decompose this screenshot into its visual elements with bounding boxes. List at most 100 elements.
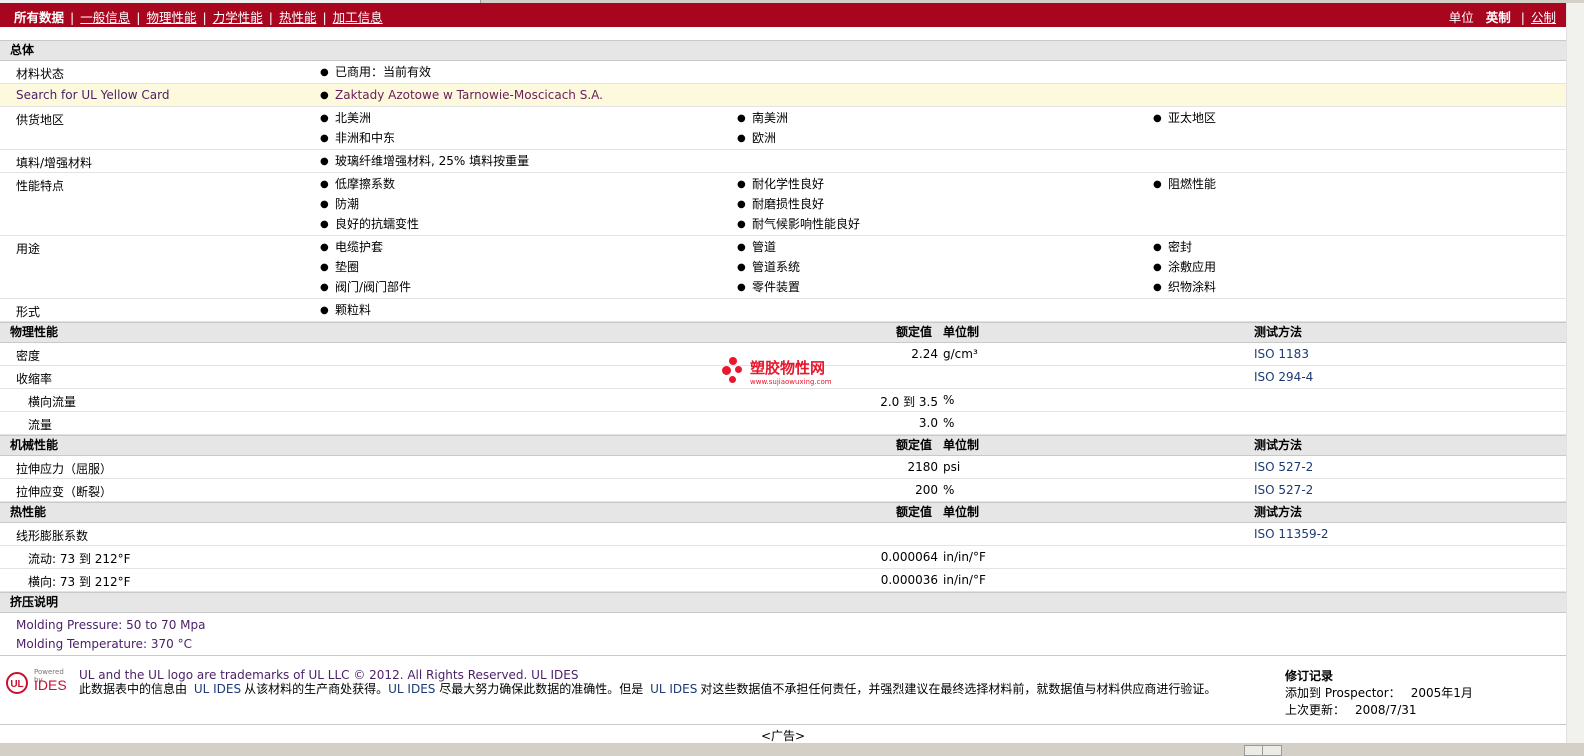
- property-values: ● 耐化学性良好 ● 耐磨损性良好 ● 耐气候影响性能良好: [737, 177, 860, 237]
- watermark-logo: 塑胶物性网 www.sujiaowuxing.com: [722, 357, 852, 391]
- footer: Powered by UL IDES UL and the UL logo ar…: [0, 656, 1566, 725]
- property-label: 线形膨胀系数: [16, 529, 89, 543]
- property-values: ● 密封 ● 涂敷应用 ● 织物涂料: [1153, 240, 1216, 300]
- property-row: 填料/增强材料 ● 玻璃纤维增强材料, 25% 填料按重量: [0, 150, 1566, 173]
- ul-ides-link[interactable]: UL IDES: [650, 682, 697, 696]
- property-label: 流动: 73 到 212°F: [28, 552, 131, 566]
- unit-value: %: [943, 483, 955, 497]
- section-mechanical: 机械性能 额定值 单位制 测试方法: [0, 435, 1566, 456]
- list-item-text: 玻璃纤维增强材料, 25% 填料按重量: [335, 154, 530, 168]
- bullet-icon: ●: [320, 262, 329, 273]
- list-item: ● 垫圈: [320, 260, 411, 280]
- bullet-icon: ●: [737, 133, 746, 144]
- nav-link[interactable]: 力学性能: [213, 10, 263, 25]
- list-item: ● 颗粒料: [320, 303, 371, 323]
- bullet-icon: ●: [1153, 262, 1162, 273]
- property-row: 流量 3.0%: [0, 412, 1566, 435]
- bullet-icon: ●: [320, 133, 329, 144]
- test-method: ISO 527-2: [1254, 483, 1314, 497]
- nav-all-data[interactable]: 所有数据: [14, 10, 64, 25]
- property-row: 拉伸应变（断裂） 200% ISO 527-2: [0, 479, 1566, 502]
- property-row: Search for UL Yellow Card ● Zaktady Azotow…: [0, 84, 1566, 107]
- bullet-icon: ●: [320, 219, 329, 230]
- ul-ides-link[interactable]: UL IDES: [194, 682, 241, 696]
- property-values: ● 低摩擦系数 ● 防潮 ● 良好的抗蠕变性: [320, 177, 419, 237]
- list-item-text: 良好的抗蠕变性: [335, 217, 420, 231]
- bullet-icon: ●: [737, 219, 746, 230]
- units-label: 单位: [1448, 10, 1474, 25]
- list-item-text: 北美洲: [335, 111, 372, 125]
- unit-value: in/in/°F: [943, 550, 986, 564]
- list-item-text: 涂敷应用: [1168, 260, 1217, 274]
- property-label[interactable]: Search for UL Yellow Card: [16, 88, 169, 102]
- property-label: 密度: [16, 349, 41, 363]
- property-label: 横向: 73 到 212°F: [28, 575, 131, 589]
- vertical-scrollbar[interactable]: [1566, 3, 1584, 743]
- nav-link[interactable]: 加工信息: [333, 10, 383, 25]
- bullet-icon: ●: [320, 242, 329, 253]
- unit-switcher: 单位 英制 | 公制: [1448, 10, 1556, 25]
- list-item: ● 低摩擦系数: [320, 177, 419, 197]
- property-row: 材料状态 ● 已商用：当前有效: [0, 61, 1566, 84]
- trademark-notice: UL and the UL logo are trademarks of UL …: [79, 668, 579, 682]
- property-values: ● 北美洲 ● 非洲和中东: [320, 111, 395, 151]
- test-method: ISO 1183: [1254, 347, 1309, 361]
- bullet-icon: ●: [737, 242, 746, 253]
- list-item-text[interactable]: Zaktady Azotowe w Tarnowie-Moscicach S.A…: [335, 88, 603, 102]
- list-item: ● 管道: [737, 240, 800, 260]
- list-item: ● 玻璃纤维增强材料, 25% 填料按重量: [320, 154, 529, 174]
- units-imperial: 英制: [1485, 10, 1511, 25]
- list-item-text: 防潮: [335, 197, 360, 211]
- list-item: ● 非洲和中东: [320, 131, 395, 151]
- property-row: 性能特点 ● 低摩擦系数 ● 防潮 ● 良好的抗蠕变性 ● 耐化学性良好 ● 耐磨损性良好 ● 耐气候影…: [0, 173, 1566, 236]
- list-item-text: 织物涂料: [1168, 280, 1217, 294]
- ul-ides-link[interactable]: UL IDES: [388, 682, 435, 696]
- bullet-icon: ●: [320, 305, 329, 316]
- bullet-icon: ●: [737, 113, 746, 124]
- bullet-icon: ●: [737, 282, 746, 293]
- bullet-icon: ●: [320, 90, 329, 101]
- section-extrusion: 挤压说明: [0, 592, 1566, 613]
- list-item-text: 非洲和中东: [335, 131, 396, 145]
- property-label: 形式: [16, 305, 41, 319]
- list-item: ● 良好的抗蠕变性: [320, 217, 419, 237]
- property-label: 流量: [28, 418, 53, 432]
- bullet-icon: ●: [737, 262, 746, 273]
- property-row: 供货地区 ● 北美洲 ● 非洲和中东 ● 南美洲 ● 欧洲 ● 亚太地区: [0, 107, 1566, 150]
- list-item-text: 阻燃性能: [1168, 177, 1217, 191]
- property-row: 形式 ● 颗粒料: [0, 299, 1566, 322]
- list-item-text: 阀门/阀门部件: [335, 280, 412, 294]
- nav-link[interactable]: 热性能: [279, 10, 317, 25]
- property-label: 填料/增强材料: [16, 156, 93, 170]
- list-item: ● 南美洲: [737, 111, 788, 131]
- property-label: 拉伸应力（屈服）: [16, 462, 113, 476]
- nav-link[interactable]: 一般信息: [80, 10, 130, 25]
- list-item: ● 防潮: [320, 197, 419, 217]
- horizontal-scrollbar[interactable]: [0, 743, 1584, 756]
- molding-temperature: Molding Temperature: 370 °C: [16, 637, 192, 651]
- section-general: 总体: [0, 40, 1566, 61]
- list-item-text: 已商用：当前有效: [335, 65, 432, 79]
- list-item: ● Zaktady Azotowe w Tarnowie-Moscicach S.…: [320, 88, 603, 108]
- bullet-icon: ●: [737, 179, 746, 190]
- units-metric-link[interactable]: 公制: [1531, 10, 1556, 25]
- datasheet-content: 总体 材料状态 ● 已商用：当前有效 Search for UL Yellow Car…: [0, 40, 1566, 747]
- list-item-text: 耐磨损性良好: [752, 197, 825, 211]
- list-item-text: 颗粒料: [335, 303, 372, 317]
- property-values: ● 已商用：当前有效: [320, 65, 431, 85]
- list-item-text: 欧洲: [752, 131, 777, 145]
- property-row: 线形膨胀系数 ISO 11359-2: [0, 523, 1566, 546]
- bullet-icon: ●: [737, 199, 746, 210]
- bullet-icon: ●: [320, 179, 329, 190]
- property-values: ● Zaktady Azotowe w Tarnowie-Moscicach S.…: [320, 88, 603, 108]
- list-item: ● 亚太地区: [1153, 111, 1216, 131]
- unit-value: g/cm³: [943, 347, 978, 361]
- footer-text: UL and the UL logo are trademarks of UL …: [79, 668, 1259, 696]
- bullet-icon: ●: [1153, 113, 1162, 124]
- nav-link[interactable]: 物理性能: [146, 10, 196, 25]
- extrusion-notes: Molding Pressure: 50 to 70 Mpa Molding T…: [0, 613, 1566, 656]
- disclaimer: 此数据表中的信息由 UL IDES 从该材料的生产商处获得。UL IDES 尽最大…: [79, 682, 1217, 696]
- property-values: ● 颗粒料: [320, 303, 371, 323]
- property-values: ● 管道 ● 管道系统 ● 零件装置: [737, 240, 800, 300]
- list-item: ● 耐气候影响性能良好: [737, 217, 860, 237]
